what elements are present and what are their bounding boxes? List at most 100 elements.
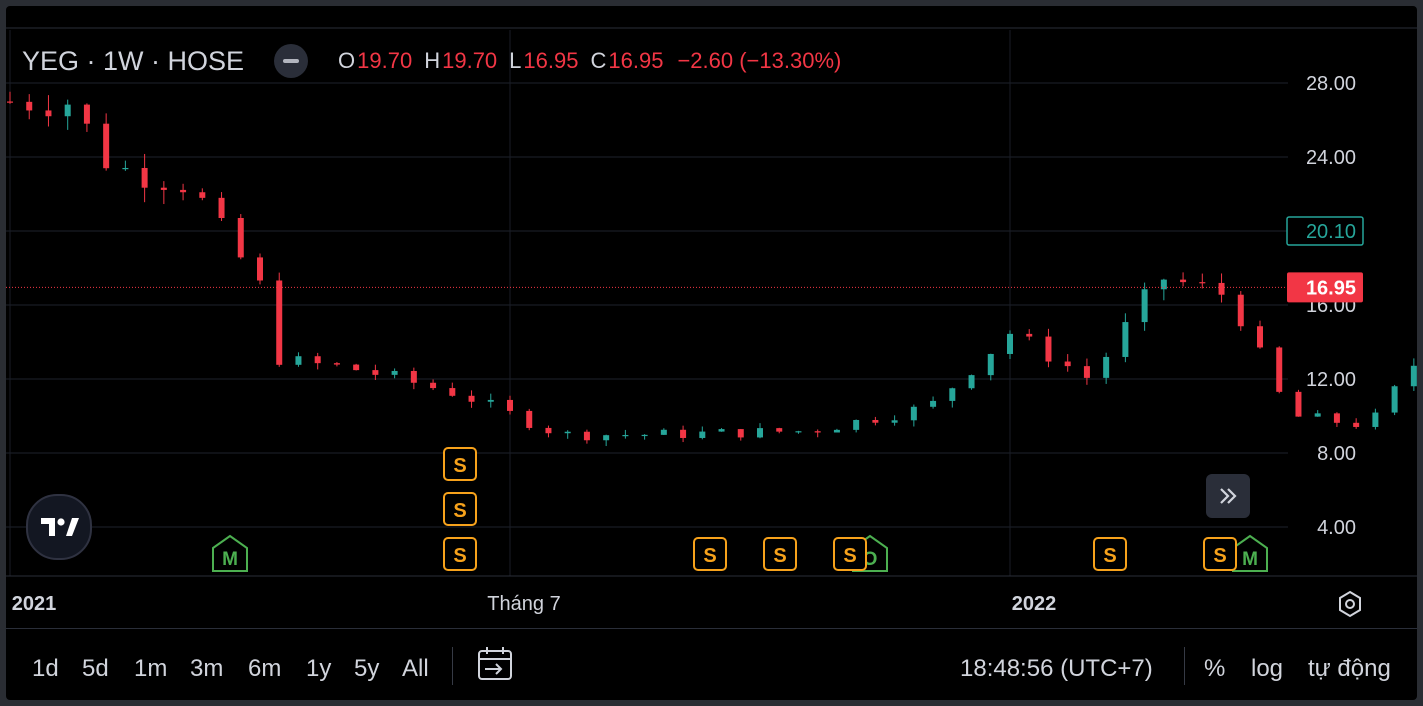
x-tick-label: Tháng 7 <box>487 593 560 615</box>
event-marker-split[interactable]: S <box>443 537 477 571</box>
event-marker-split[interactable]: S <box>763 537 797 571</box>
candle <box>603 434 610 447</box>
candle-body <box>353 364 360 371</box>
candle-body <box>1064 361 1071 367</box>
candle <box>1141 282 1148 331</box>
last-price-badge-label: 16.95 <box>1306 277 1356 299</box>
candle-body <box>641 434 648 437</box>
candle <box>26 94 33 120</box>
candle <box>949 387 956 408</box>
symbol-legend: YEG · 1W · HOSE O 19.70 H 19.70 L 16.95 C 16… <box>22 44 841 78</box>
candle <box>1064 354 1071 372</box>
change-value: −2.60 (−13.30%) <box>677 48 842 73</box>
candle-body <box>1026 333 1033 337</box>
range-all[interactable]: All <box>402 655 429 683</box>
candle-body <box>1314 413 1321 417</box>
event-marker-split[interactable]: S <box>1093 537 1127 571</box>
candle <box>1333 412 1340 427</box>
candle <box>391 368 398 379</box>
candle-body <box>564 431 571 434</box>
candle-body <box>1103 356 1110 378</box>
candle <box>1353 418 1360 429</box>
candle-body <box>987 353 994 376</box>
event-marker-split[interactable]: S <box>443 447 477 481</box>
candle <box>468 390 475 408</box>
range-3m[interactable]: 3m <box>190 655 223 683</box>
candle <box>776 427 783 434</box>
range-1m[interactable]: 1m <box>134 655 167 683</box>
candle-body <box>1083 366 1090 378</box>
tradingview-logo-icon[interactable] <box>26 494 92 560</box>
candle-body <box>333 363 340 365</box>
event-marker-letter: S <box>703 545 716 567</box>
candle-body <box>1372 412 1379 427</box>
y-tick-label: 8.00 <box>1317 443 1356 465</box>
candle <box>1391 384 1398 416</box>
range-5y[interactable]: 5y <box>354 655 379 683</box>
candle <box>103 113 110 171</box>
candle-body <box>1180 279 1187 283</box>
settings-gear-icon[interactable] <box>1339 590 1361 618</box>
candle <box>1026 329 1033 341</box>
candle <box>218 192 225 222</box>
high-mark-badge-label: 20.10 <box>1306 221 1356 243</box>
scroll-forward-icon[interactable] <box>1206 474 1250 518</box>
candle-body <box>372 370 379 375</box>
candle <box>526 408 533 431</box>
high-value: 19.70 <box>442 48 498 73</box>
log-scale-toggle[interactable]: log <box>1251 655 1283 683</box>
event-marker-letter: M <box>222 549 238 570</box>
candle-body <box>122 167 129 170</box>
hide-legend-icon[interactable] <box>274 44 309 78</box>
candle-body <box>1218 282 1225 295</box>
candle-body <box>814 431 821 433</box>
candle-body <box>180 189 187 193</box>
candle <box>449 382 456 397</box>
last-price-badge: 16.95 <box>1287 272 1363 303</box>
candle-body <box>45 110 52 117</box>
candle <box>757 423 763 439</box>
event-marker-split[interactable]: S <box>443 492 477 526</box>
event-marker-meeting[interactable]: M <box>212 534 248 572</box>
event-marker-meeting[interactable]: M <box>1232 534 1268 572</box>
candle-body <box>910 406 917 421</box>
gear-outline <box>1339 590 1361 618</box>
y-tick-label: 28.00 <box>1306 73 1356 95</box>
candle <box>430 379 437 391</box>
range-5d[interactable]: 5d <box>82 655 109 683</box>
event-marker-split[interactable]: S <box>833 537 867 571</box>
auto-scale-toggle[interactable]: tự động <box>1308 655 1391 683</box>
candle-body <box>507 399 513 411</box>
candle <box>564 430 571 439</box>
candle-body <box>218 197 225 219</box>
open-key: O <box>338 48 356 73</box>
gear-hub <box>1345 599 1355 609</box>
candle-body <box>949 388 956 401</box>
range-1d[interactable]: 1d <box>32 655 59 683</box>
range-6m[interactable]: 6m <box>248 655 281 683</box>
candle <box>1199 273 1206 289</box>
symbol-label[interactable]: YEG · 1W · HOSE <box>22 46 244 77</box>
clock-timezone[interactable]: 18:48:56 (UTC+7) <box>960 655 1153 683</box>
toolbar-divider <box>1184 647 1185 685</box>
candle-body <box>64 104 71 117</box>
event-marker-letter: S <box>1213 545 1226 567</box>
event-marker-split[interactable]: S <box>693 537 727 571</box>
candle <box>622 429 629 439</box>
candle <box>737 428 744 441</box>
range-1y[interactable]: 1y <box>306 655 331 683</box>
candle-body <box>833 429 840 433</box>
percent-scale-toggle[interactable]: % <box>1204 655 1225 683</box>
event-marker-split[interactable]: S <box>1203 537 1237 571</box>
candle-body <box>776 428 783 432</box>
close-value: 16.95 <box>608 48 664 73</box>
candle-body <box>391 370 398 375</box>
x-tick-label: 2021 <box>12 593 57 615</box>
candle <box>1276 346 1283 394</box>
x-tick-label: 2022 <box>1012 593 1057 615</box>
candle <box>295 352 302 367</box>
candle-body <box>449 388 456 396</box>
candle <box>930 396 937 409</box>
calendar-goto-icon[interactable] <box>476 645 514 688</box>
price-chart[interactable]: 28.0024.0016.0012.008.004.0020.1016.9520… <box>6 6 1417 628</box>
